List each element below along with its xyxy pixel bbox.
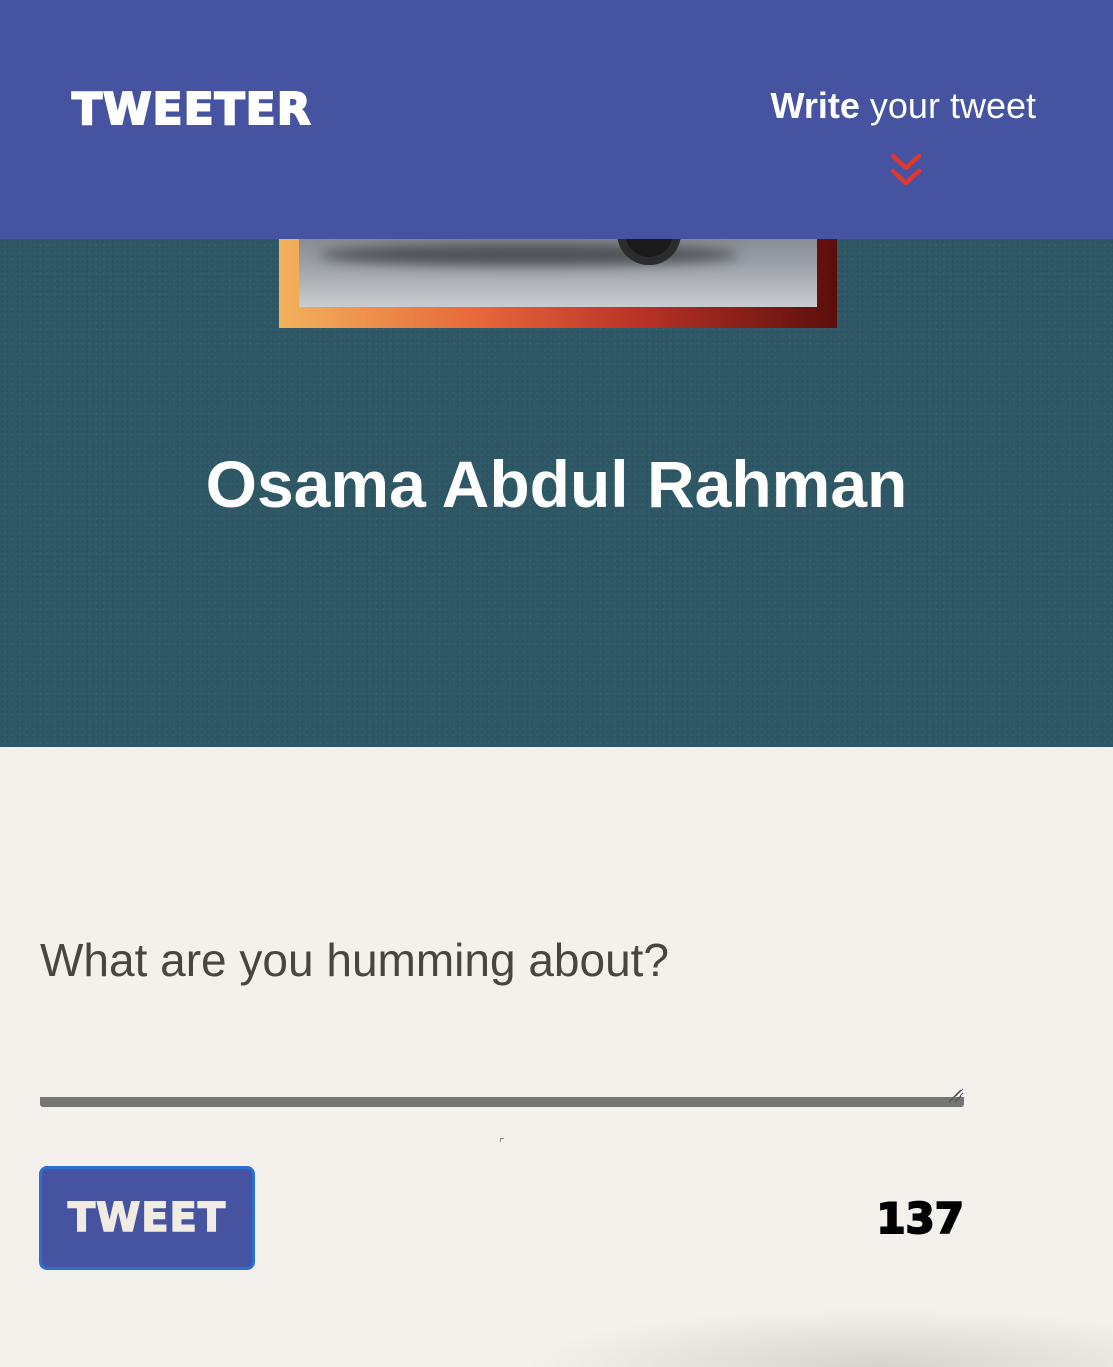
double-chevron-down-icon[interactable] — [889, 152, 923, 188]
avatar-frame — [279, 239, 837, 328]
profile-name: Osama Abdul Rahman — [205, 447, 908, 521]
character-counter: 137 — [875, 1194, 965, 1243]
compose-section: TWEET 137 — [0, 747, 1113, 1367]
resize-handle-icon[interactable] — [946, 1087, 962, 1103]
write-tweet-link[interactable]: Write your tweet — [771, 88, 1036, 124]
divider-mark — [500, 1138, 504, 1142]
profile-header: Osama Abdul Rahman — [0, 239, 1113, 747]
write-tweet-link-rest: your tweet — [859, 85, 1036, 126]
cs-logo-icon — [767, 239, 809, 241]
brand-logo[interactable]: TWEETER — [71, 87, 312, 133]
avatar — [299, 239, 817, 307]
tweet-button[interactable]: TWEET — [39, 1166, 255, 1270]
tweet-input[interactable] — [40, 915, 964, 1107]
navbar: TWEETER Write your tweet — [0, 0, 1113, 239]
write-tweet-link-bold: Write — [770, 85, 860, 126]
bottom-shade — [520, 1307, 1113, 1367]
